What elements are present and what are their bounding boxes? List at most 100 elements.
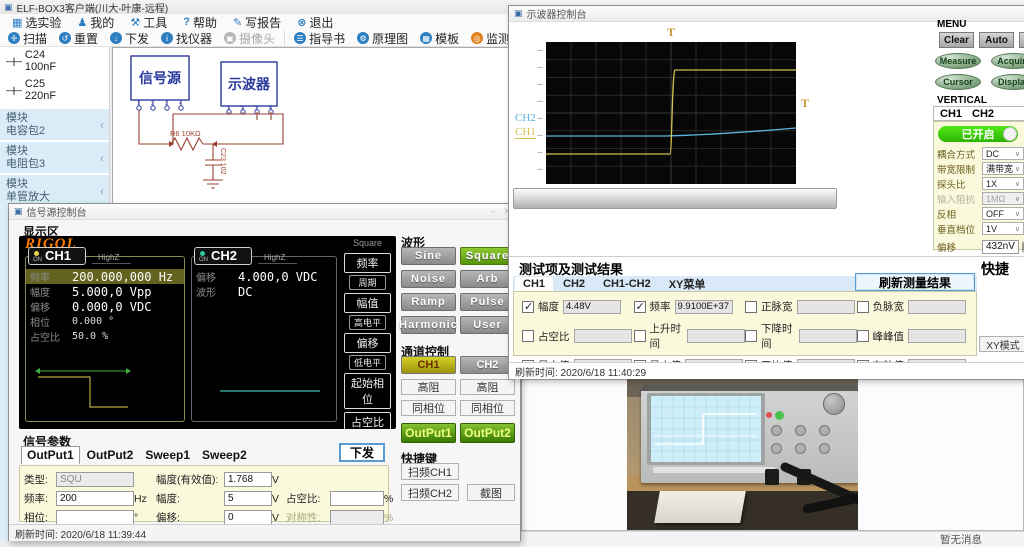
tests-tab[interactable]: CH2 [555,277,593,291]
menu-item[interactable]: ⊗ 退出 [289,14,341,31]
toolbar-item[interactable]: i 找仪器 [155,30,218,47]
setting-dropdown[interactable]: DC ∨ [982,147,1024,160]
menu-item[interactable]: ♟ 我的 [69,14,122,31]
setting-dropdown[interactable]: OFF ∨ [982,207,1024,220]
phase-field[interactable] [56,510,134,525]
scope-function-button[interactable]: Cursor [935,74,981,90]
ch1-hiz-button[interactable]: 高阻 [401,379,456,395]
offset-field[interactable]: 0 [224,510,272,525]
softkey-button[interactable]: 低电平 [349,355,386,370]
param-tab[interactable]: OutPut1 [21,446,80,464]
toolbar-item[interactable]: ▣ 摄像头 [218,30,281,47]
waveform-button[interactable]: Harmonic [401,316,456,334]
param-tab[interactable]: OutPut2 [82,447,139,464]
test-value-field[interactable] [574,329,632,343]
ch2-select-button[interactable]: CH2 [460,356,515,374]
scope-function-button[interactable]: Display [991,74,1024,90]
trigger-marker-right[interactable]: T [801,96,809,111]
test-value-field[interactable] [799,329,857,343]
test-checkbox[interactable] [634,301,646,313]
output1-button[interactable]: OutPut1 [401,423,456,443]
waveform-button[interactable]: User [460,316,515,334]
toolbar-item[interactable]: ↺ 重置 [53,30,104,47]
menu-item[interactable]: ▦ 选实验 [4,14,69,31]
param-tab[interactable]: Sweep2 [197,447,252,464]
waveform-button[interactable]: Ramp [401,293,456,311]
scope-function-button[interactable]: Measure [935,53,981,69]
clear-button[interactable]: Clear [939,32,974,48]
softkey-button[interactable]: 频率 [344,253,391,273]
setting-dropdown[interactable]: 满带宽 ∨ [982,162,1024,175]
scope-function-button[interactable]: Acquire [991,53,1024,69]
toolbar-item[interactable]: ↓ 下发 [104,30,155,47]
softkey-button[interactable]: 高电平 [349,315,386,330]
offset-input[interactable]: 432nV [982,240,1019,254]
test-checkbox[interactable] [857,301,869,313]
toolbar-item[interactable]: ☰ 指导书 [284,30,351,47]
menu-item[interactable]: ⚒ 工具 [122,14,175,31]
test-checkbox[interactable] [522,330,534,342]
refresh-results-button[interactable]: 刷新测量结果 [855,273,975,291]
sweep-ch1-button[interactable]: 扫频CH1 [401,463,459,480]
xy-mode-button[interactable]: XY模式 [979,336,1024,352]
waveform-button[interactable]: Pulse [460,293,515,311]
test-checkbox[interactable] [522,301,534,313]
test-value-field[interactable] [797,300,855,314]
toolbar-item[interactable]: ✛ 扫描 [2,30,53,47]
output2-button[interactable]: OutPut2 [460,423,515,443]
param-tab[interactable]: Sweep1 [140,447,195,464]
waveform-button[interactable]: Arb [460,270,515,288]
freq-field[interactable]: 200 [56,491,134,506]
softkey-button[interactable]: 起始相位 [344,373,391,409]
sidebar-module-item[interactable]: 模块 电容包2 ‹ [0,109,109,140]
test-checkbox[interactable] [857,330,869,342]
setting-dropdown[interactable]: 1X ∨ [982,177,1024,190]
menu-item[interactable]: ? 帮助 [175,14,225,31]
test-checkbox[interactable] [634,330,646,342]
capacitor-list-item[interactable]: ⊣⊢ C25 220nF [0,76,109,105]
screenshot-button[interactable]: 截图 [467,484,515,501]
rms-field[interactable]: 1.768 [224,472,272,487]
capacitor-list-item[interactable]: ⊣⊢ C24 100nF [0,47,109,76]
ch1-samephase-button[interactable]: 同相位 [401,400,456,416]
test-value-field[interactable]: 9.9100E+37 [675,300,733,314]
test-value-field[interactable] [687,329,745,343]
minimize-icon[interactable]: – [490,206,495,217]
ch2-samephase-button[interactable]: 同相位 [460,400,515,416]
ch2-hiz-button[interactable]: 高阻 [460,379,515,395]
tests-tab[interactable]: XY菜单 [661,275,714,293]
toolbar-item[interactable]: ▦ 模板 [414,30,465,47]
send-button[interactable]: 下发 [339,443,385,462]
sidebar-module-item[interactable]: 模块 单管放大 ‹ [0,175,109,206]
toolbar-item[interactable]: ⚙ 原理图 [351,30,414,47]
test-checkbox[interactable] [745,301,757,313]
menu-item[interactable]: ✎ 写报告 [225,14,289,31]
test-checkbox[interactable] [745,330,757,342]
sweep-ch2-button[interactable]: 扫频CH2 [401,484,459,501]
waveform-button[interactable]: Noise [401,270,456,288]
type-field[interactable]: SQU [56,472,134,487]
tests-tab[interactable]: CH1-CH2 [595,277,659,291]
scope-scrollbar[interactable] [513,188,837,209]
vertical-channel-tab[interactable]: CH2 [972,108,994,120]
softkey-button[interactable]: 幅值 [344,293,391,313]
test-value-field[interactable]: 4.48V [563,300,621,314]
auto-button[interactable]: Auto [979,32,1014,48]
waveform-button[interactable]: Sine [401,247,456,265]
setting-dropdown[interactable]: 1MΩ ∨ [982,192,1024,205]
amp-field[interactable]: 5 [224,491,272,506]
sidebar-module-item[interactable]: 模块 电阻包3 ‹ [0,142,109,173]
menu-button-extra[interactable] [1019,32,1024,48]
waveform-button[interactable]: Square [460,247,515,265]
setting-dropdown[interactable]: 1V ∨ [982,222,1024,235]
tests-tab[interactable]: CH1 [515,277,553,291]
trigger-marker-top[interactable]: T [667,25,675,40]
channel-enabled-toggle[interactable]: 已开启 [938,126,1018,142]
sym-field[interactable] [330,510,384,525]
ch1-select-button[interactable]: CH1 [401,356,456,374]
softkey-button[interactable]: 偏移 [344,333,391,353]
softkey-button[interactable]: 占空比 [344,412,391,429]
softkey-button[interactable]: 周期 [349,275,386,290]
test-value-field[interactable] [908,300,966,314]
duty-field[interactable] [330,491,384,506]
